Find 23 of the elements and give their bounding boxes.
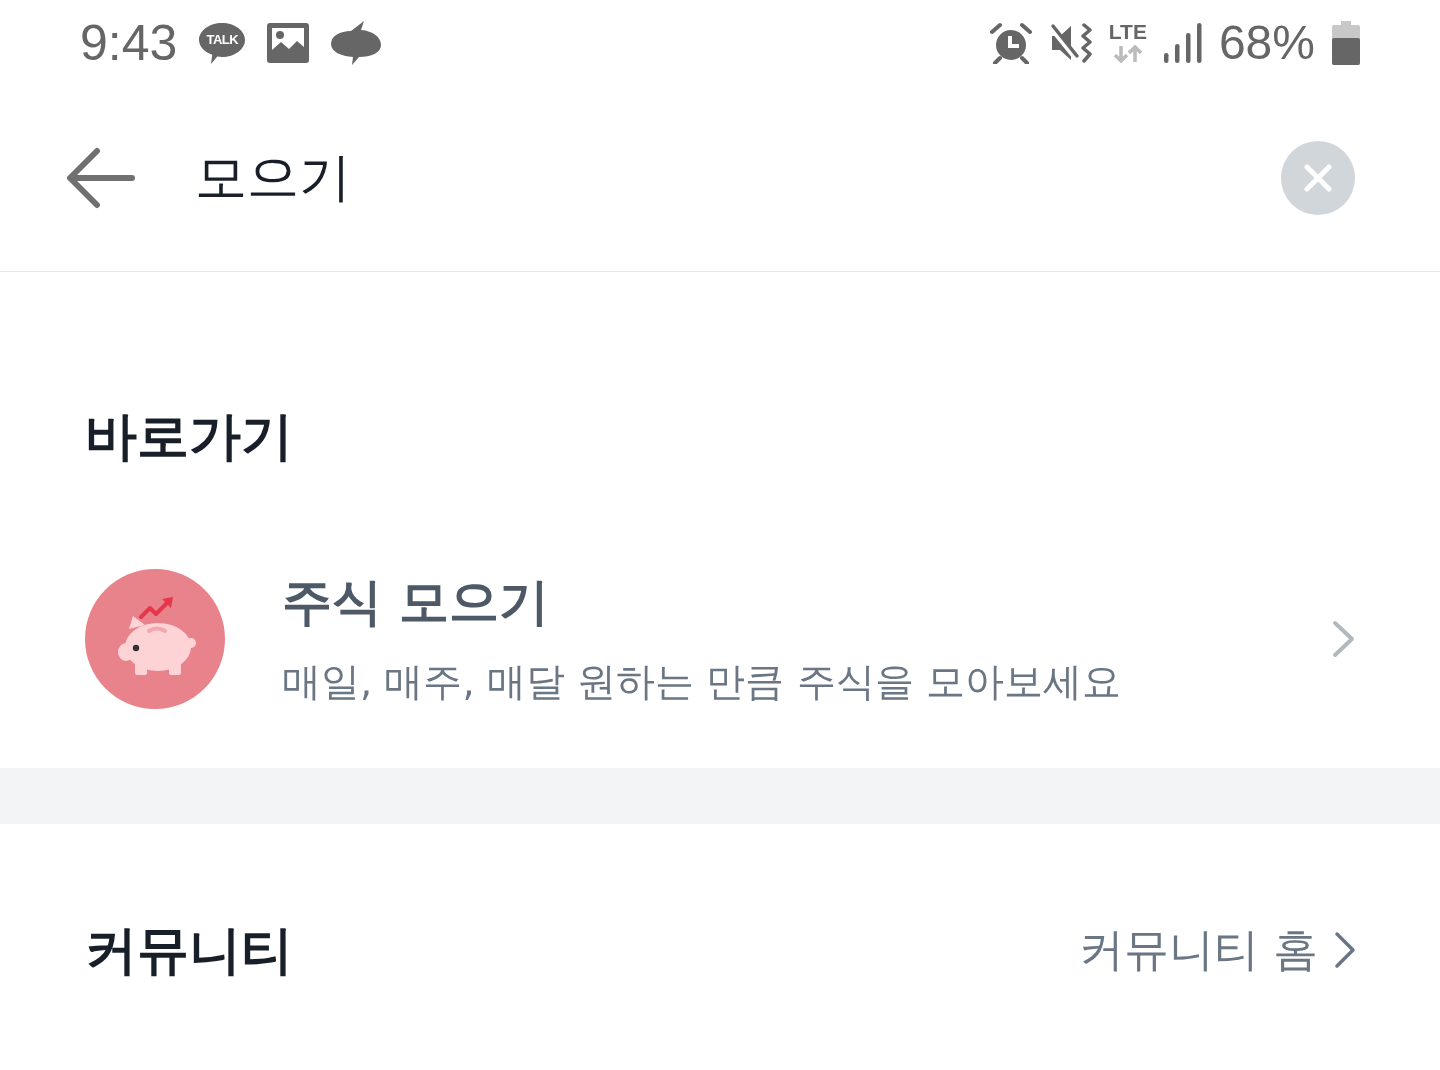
shortcut-description: 매일, 매주, 매달 원하는 만큼 주식을 모아보세요 — [282, 657, 1122, 706]
back-button[interactable] — [65, 147, 135, 209]
battery-icon — [1332, 20, 1360, 65]
close-icon — [1304, 164, 1332, 192]
image-icon — [267, 22, 310, 63]
alarm-clock-icon — [988, 21, 1033, 64]
chevron-right-icon[interactable] — [1332, 620, 1356, 658]
network-type-label: LTE — [1108, 22, 1147, 42]
shortcut-title[interactable]: 주식 모으기 — [282, 571, 1332, 632]
chevron-right-icon — [1334, 931, 1356, 969]
section-heading: 바로가기 — [85, 405, 294, 468]
signal-icon — [1163, 22, 1202, 63]
piggy-bank-icon — [85, 569, 225, 709]
speech-bubble-icon — [331, 20, 382, 65]
talk-logo: TALK — [199, 21, 246, 64]
section-heading: 커뮤니티 — [85, 919, 293, 982]
muted-vibrate-icon — [1049, 21, 1092, 64]
clock-time: 9:43 — [80, 17, 178, 68]
battery-percentage: 68% — [1218, 18, 1315, 67]
data-arrows-icon — [1112, 45, 1143, 63]
community-home-link[interactable]: 커뮤니티 홈 — [1078, 920, 1356, 980]
search-field[interactable]: 모으기 — [195, 138, 1261, 218]
back-arrow-icon — [65, 147, 135, 209]
